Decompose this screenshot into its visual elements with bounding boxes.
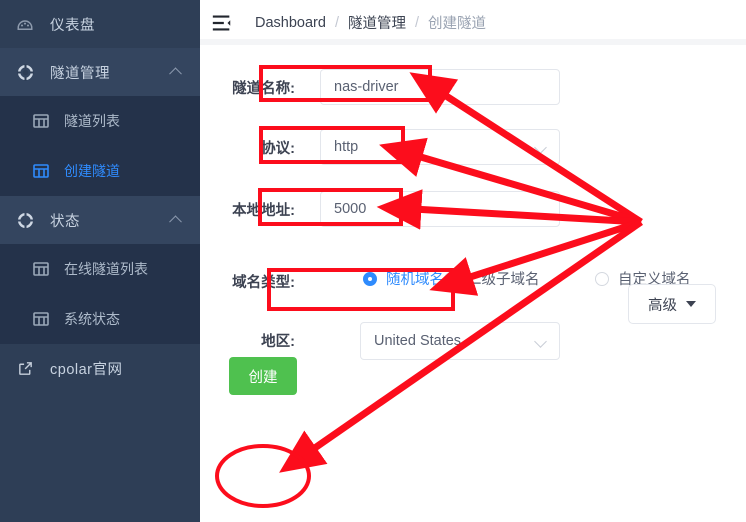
sidebar-item-tunnel-list[interactable]: 隧道列表 — [0, 96, 200, 146]
region-select[interactable]: United States — [360, 322, 560, 360]
target-circle-icon — [14, 61, 36, 83]
sidebar: 仪表盘 隧道管理 隧道列表 创建隧道 状态 在线隧道列表 系统状态 cpolar… — [0, 0, 200, 522]
breadcrumb-separator: / — [414, 14, 419, 31]
breadcrumb-separator: / — [334, 14, 339, 31]
sidebar-label-tunnel-management: 隧道管理 — [50, 65, 110, 82]
label-region: 地区: — [261, 334, 295, 350]
sidebar-item-online-tunnel-list[interactable]: 在线隧道列表 — [0, 244, 200, 294]
breadcrumb-item-create-tunnel: 创建隧道 — [428, 16, 486, 32]
sidebar-item-create-tunnel[interactable]: 创建隧道 — [0, 146, 200, 196]
tunnel-name-value: nas-driver — [334, 79, 399, 95]
protocol-value: http — [334, 139, 359, 155]
sidebar-label-online-tunnel-list: 在线隧道列表 — [64, 261, 148, 277]
label-local-addr: 本地地址: — [232, 203, 295, 219]
tunnel-name-input[interactable]: nas-driver — [320, 69, 560, 105]
radio-random-domain[interactable]: 随机域名 — [363, 268, 444, 289]
chevron-down-icon-protocol — [534, 141, 547, 154]
chevron-down-icon-region — [534, 335, 547, 348]
sidebar-label-create-tunnel: 创建隧道 — [64, 163, 120, 179]
sidebar-label-status: 状态 — [50, 213, 80, 230]
target-circle-icon — [14, 209, 36, 231]
form-row-protocol: 协议: http — [200, 123, 746, 185]
external-link-icon — [14, 357, 36, 379]
radio-label-random-domain: 随机域名 — [386, 272, 444, 288]
create-tunnel-form: 隧道名称: nas-driver 协议: http 本地地址: 5000 域名类… — [200, 45, 746, 395]
create-button[interactable]: 创建 — [229, 357, 297, 395]
sidebar-item-cpolar-website[interactable]: cpolar官网 — [0, 344, 200, 392]
sidebar-item-tunnel-management[interactable]: 隧道管理 — [0, 48, 200, 96]
chevron-up-icon-status — [169, 215, 182, 229]
sidebar-label-tunnel-list: 隧道列表 — [64, 113, 120, 129]
table-grid-icon — [32, 112, 50, 130]
radio-dot-custom-domain — [595, 271, 609, 286]
table-grid-icon — [32, 310, 50, 328]
menu-fold-icon[interactable] — [211, 12, 233, 34]
submenu-status: 在线隧道列表 系统状态 — [0, 244, 200, 344]
table-grid-icon — [32, 162, 50, 180]
dashboard-gauge-icon — [14, 13, 36, 35]
sidebar-label-dashboard: 仪表盘 — [50, 17, 95, 34]
sidebar-label-cpolar-website: cpolar官网 — [50, 361, 123, 378]
app-root: 仪表盘 隧道管理 隧道列表 创建隧道 状态 在线隧道列表 系统状态 cpolar… — [0, 0, 746, 522]
submenu-tunnel-management: 隧道列表 创建隧道 — [0, 96, 200, 196]
radio-dot-random-domain — [363, 271, 377, 286]
region-value: United States — [374, 333, 462, 349]
sidebar-item-status[interactable]: 状态 — [0, 196, 200, 244]
advanced-button[interactable]: 高级 — [628, 284, 716, 324]
breadcrumb-item-dashboard[interactable]: Dashboard — [255, 15, 326, 31]
topbar: Dashboard / 隧道管理 / 创建隧道 — [200, 0, 746, 45]
breadcrumb-item-tunnel-management[interactable]: 隧道管理 — [348, 12, 406, 33]
form-row-tunnel-name: 隧道名称: nas-driver — [200, 61, 746, 123]
form-row-local-addr: 本地地址: 5000 — [200, 185, 746, 247]
label-domain-type: 域名类型: — [232, 275, 295, 291]
label-tunnel-name: 隧道名称: — [232, 81, 295, 97]
table-grid-icon — [32, 260, 50, 278]
label-protocol: 协议: — [261, 141, 295, 157]
breadcrumb: Dashboard / 隧道管理 / 创建隧道 — [255, 12, 486, 33]
main-content: Dashboard / 隧道管理 / 创建隧道 隧道名称: nas-driver… — [200, 0, 746, 522]
local-addr-input[interactable]: 5000 — [320, 191, 560, 227]
local-addr-value: 5000 — [334, 201, 367, 217]
radio-label-subdomain: 二级子域名 — [467, 272, 540, 288]
sidebar-label-system-status: 系统状态 — [64, 311, 120, 327]
caret-down-icon-advanced — [686, 301, 696, 307]
radio-subdomain[interactable]: 二级子域名 — [444, 268, 540, 289]
radio-dot-subdomain — [444, 271, 458, 286]
advanced-button-label: 高级 — [648, 297, 677, 314]
chevron-up-icon-tunnel — [169, 67, 182, 81]
sidebar-item-dashboard[interactable]: 仪表盘 — [0, 0, 200, 48]
sidebar-item-system-status[interactable]: 系统状态 — [0, 294, 200, 344]
protocol-select[interactable]: http — [320, 129, 560, 165]
